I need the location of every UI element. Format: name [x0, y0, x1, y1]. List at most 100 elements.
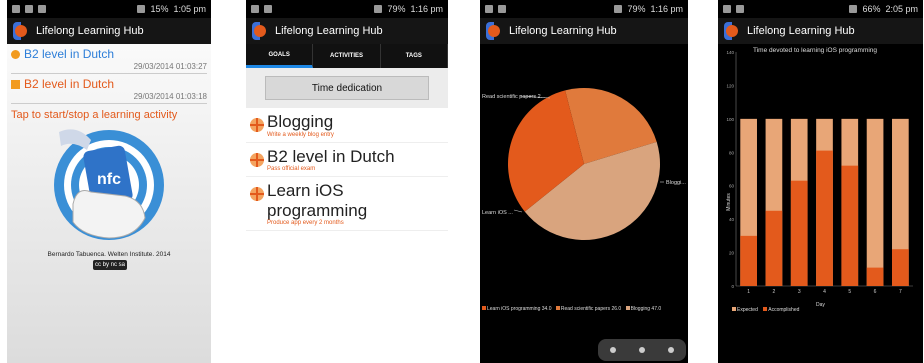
status-time: 2:05 pm [885, 4, 918, 14]
x-tick-label: 7 [899, 289, 902, 295]
tab-tags[interactable]: TAGS [381, 44, 448, 68]
usb-icon [485, 5, 493, 13]
battery-percent: 66% [862, 4, 881, 14]
usb-icon [12, 5, 20, 13]
notification-icon [264, 5, 272, 13]
license-badge[interactable]: cc by nc sa [93, 260, 127, 270]
notification-icon [498, 5, 506, 13]
app-logo-icon[interactable] [723, 22, 741, 40]
activity-timestamp: 29/03/2014 01:03:18 [11, 92, 207, 104]
notification-icon [736, 5, 744, 13]
target-icon [250, 118, 264, 132]
nfc-status-icon [374, 5, 383, 13]
nfc-status-icon [614, 5, 623, 13]
list-item[interactable]: B2 level in Dutch 29/03/2014 01:03:18 [7, 74, 211, 104]
nfc-tap-illustration-icon[interactable]: nfc [47, 126, 171, 244]
legend-entry: Expected [737, 307, 758, 313]
goals-content: Time dedication Blogging Write a weekly … [246, 68, 448, 363]
battery-percent: 79% [387, 4, 406, 14]
y-tick-label: 140 [726, 50, 734, 55]
x-tick-label: 5 [848, 289, 851, 295]
usb-icon [251, 5, 259, 13]
bar-accomplished[interactable] [892, 249, 909, 286]
x-axis-label: Day [816, 302, 825, 308]
goal-title: B2 level in Dutch [267, 146, 395, 166]
y-tick-label: 40 [729, 217, 735, 222]
nfc-label: nfc [97, 171, 121, 188]
x-tick-label: 3 [798, 289, 801, 295]
status-time: 1:16 pm [650, 4, 683, 14]
status-bar: 79% 1:16 pm [480, 0, 688, 18]
app-logo-icon[interactable] [485, 22, 503, 40]
zoom-in-icon[interactable] [609, 347, 616, 353]
tap-instruction: Tap to start/stop a learning activity [11, 109, 178, 121]
pie-chart [508, 88, 664, 241]
phone-screen-2: 79% 1:16 pm Lifelong Learning Hub GOALS A… [246, 0, 448, 363]
phone-screen-3: 79% 1:16 pm Lifelong Learning Hub Read sc… [480, 0, 688, 363]
bar-accomplished[interactable] [790, 180, 808, 286]
bar-chart-content: Time devoted to learning iOS programming… [718, 44, 923, 363]
y-tick-label: 80 [729, 150, 735, 155]
status-bar: 66% 2:05 pm [718, 0, 923, 18]
x-tick-label: 1 [747, 289, 750, 295]
app-bar: Lifelong Learning Hub [718, 18, 923, 44]
tab-goals[interactable]: GOALS [246, 44, 314, 68]
bar-chart: 140 120 100 80 60 40 20 0 1 2 3 4 5 6 7 [726, 50, 913, 295]
zoom-reset-icon[interactable] [668, 347, 675, 353]
bar-accomplished[interactable] [816, 150, 833, 286]
chart-legend: Expected Accomplished [732, 307, 799, 313]
legend-entry: Accomplished [768, 307, 800, 313]
zoom-controls [598, 339, 686, 361]
y-tick-label: 60 [729, 184, 735, 189]
time-dedication-button[interactable]: Time dedication [265, 76, 429, 100]
goal-title: Blogging [267, 112, 334, 131]
circle-marker-icon [11, 49, 20, 59]
mail-icon [38, 5, 46, 13]
target-icon [250, 152, 264, 167]
list-item[interactable]: B2 level in Dutch 29/03/2014 01:03:27 [7, 44, 211, 74]
phone-screen-4: 66% 2:05 pm Lifelong Learning Hub Time de… [718, 0, 923, 363]
goal-title: Learn iOS programming [267, 181, 368, 220]
y-axis-label: Minutes [725, 193, 732, 211]
zoom-out-icon[interactable] [638, 347, 645, 353]
bar-accomplished[interactable] [765, 210, 783, 286]
app-bar: Lifelong Learning Hub [246, 18, 448, 44]
nfc-content: B2 level in Dutch 29/03/2014 01:03:27 B2… [7, 44, 211, 363]
list-item[interactable]: Blogging Write a weekly blog entry [246, 108, 448, 143]
slice-label: Bloggi... [666, 180, 686, 186]
list-item[interactable]: Learn iOS programming Produce app every … [246, 177, 448, 232]
x-tick-label: 2 [773, 289, 776, 295]
notification-icon [25, 5, 33, 13]
x-tick-label: 4 [823, 289, 826, 295]
status-time: 1:05 pm [173, 4, 206, 14]
app-title: Lifelong Learning Hub [747, 25, 855, 37]
app-bar: Lifelong Learning Hub [7, 18, 211, 44]
y-tick-label: 100 [726, 117, 734, 122]
activity-label: B2 level in Dutch [24, 47, 115, 61]
goal-description: Produce app every 2 months [267, 220, 344, 227]
credit-text: Bernardo Tabuenca. Welten Institute. 201… [47, 251, 171, 258]
status-bar: 79% 1:16 pm [246, 0, 448, 18]
chart-legend: Learn iOS programming 34.0 Read scientif… [482, 306, 661, 312]
list-item[interactable]: B2 level in Dutch Pass official exam [246, 143, 448, 178]
slice-label: Learn iOS ... [482, 210, 513, 216]
label-leader-line [513, 209, 523, 213]
tab-activities[interactable]: ACTIVITIES [313, 44, 381, 68]
bar-expected[interactable] [866, 118, 884, 286]
bar-accomplished[interactable] [866, 267, 884, 286]
goal-description: Pass official exam [267, 166, 316, 173]
app-logo-icon[interactable] [251, 22, 269, 40]
status-bar: 15% 1:05 pm [7, 0, 211, 18]
usb-icon [723, 5, 731, 13]
activity-label: B2 level in Dutch [24, 77, 115, 91]
app-title: Lifelong Learning Hub [275, 25, 383, 37]
slice-label: Read scientific papers 2... [482, 94, 546, 100]
battery-percent: 15% [150, 4, 169, 14]
tab-bar: GOALS ACTIVITIES TAGS [246, 44, 448, 68]
square-marker-icon [11, 79, 20, 89]
bar-accomplished[interactable] [740, 235, 757, 286]
bar-accomplished[interactable] [841, 165, 859, 286]
target-icon [250, 187, 264, 202]
app-logo-icon[interactable] [12, 22, 30, 40]
y-tick-label: 0 [731, 284, 734, 289]
